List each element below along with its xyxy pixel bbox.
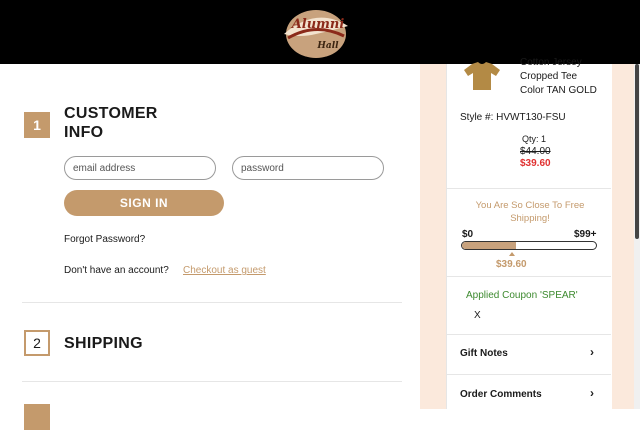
shipping-range-max: $99+ <box>574 229 597 240</box>
email-input[interactable] <box>64 156 216 180</box>
page-gutter <box>612 64 634 409</box>
progress-marker-icon <box>509 252 515 256</box>
step-2-badge: 2 <box>24 330 50 356</box>
checkout-main <box>0 64 420 409</box>
sidebar-divider <box>447 374 611 375</box>
no-account-text: Don't have an account? <box>64 265 169 276</box>
checkout-as-guest-link[interactable]: Checkout as guest <box>183 265 266 276</box>
applied-coupon-text: Applied Coupon 'SPEAR' <box>466 290 578 301</box>
sidebar-divider <box>447 276 611 277</box>
product-style-number: Style #: HVWT130-FSU <box>460 112 566 123</box>
sale-price: $39.60 <box>520 158 551 169</box>
progress-fill <box>462 242 516 249</box>
section-divider <box>22 381 402 382</box>
site-header: Alumni Hall <box>0 0 640 64</box>
product-quantity: Qty: 1 <box>522 134 547 144</box>
free-shipping-progress-bar <box>461 241 597 250</box>
scrollbar-thumb[interactable] <box>635 64 639 239</box>
product-name[interactable]: Cotton Jersey Cropped Tee Color TAN GOLD <box>520 56 610 98</box>
progress-amount: $39.60 <box>496 259 527 270</box>
chevron-right-icon[interactable]: › <box>590 386 594 400</box>
chevron-right-icon[interactable]: › <box>590 345 594 359</box>
page-gutter <box>420 64 446 409</box>
step-1-badge: 1 <box>24 112 50 138</box>
shipping-title[interactable]: SHIPPING <box>64 334 143 353</box>
sidebar-divider <box>447 188 611 189</box>
remove-coupon-button[interactable]: X <box>474 310 481 321</box>
original-price: $44.00 <box>520 146 551 157</box>
customer-info-title: CUSTOMER INFO <box>64 105 158 141</box>
svg-text:Hall: Hall <box>316 41 339 51</box>
svg-text:Alumni: Alumni <box>290 17 345 32</box>
section-divider <box>22 302 402 303</box>
free-shipping-message: You Are So Close To Free Shipping! <box>475 200 585 224</box>
password-input[interactable] <box>232 156 384 180</box>
order-comments-toggle[interactable]: Order Comments <box>460 389 542 400</box>
product-thumbnail[interactable] <box>462 60 502 92</box>
sign-in-button[interactable]: SIGN IN <box>64 190 224 216</box>
gift-notes-toggle[interactable]: Gift Notes <box>460 348 508 359</box>
shipping-range-min: $0 <box>462 229 474 240</box>
sidebar-divider <box>447 334 611 335</box>
step-3-badge <box>24 404 50 430</box>
forgot-password-link[interactable]: Forgot Password? <box>64 234 145 245</box>
alumni-hall-logo[interactable]: Alumni Hall <box>278 4 354 60</box>
